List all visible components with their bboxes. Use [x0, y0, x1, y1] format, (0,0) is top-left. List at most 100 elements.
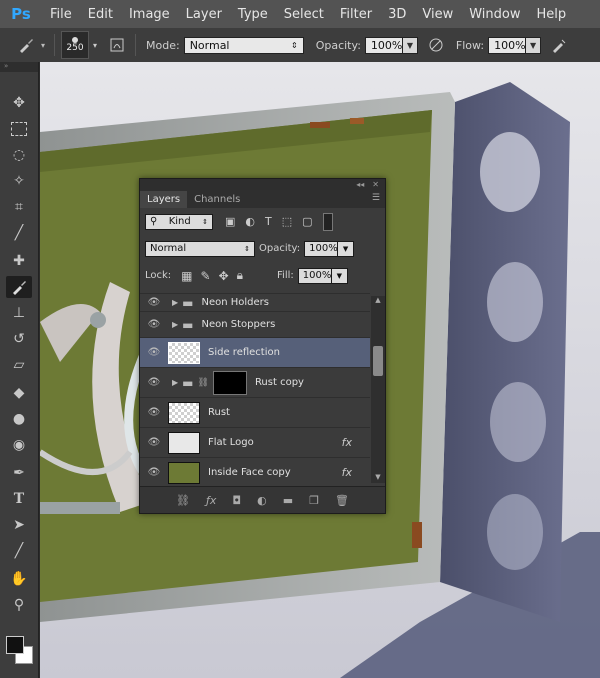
- flow-dropdown-button[interactable]: ▼: [526, 36, 542, 54]
- delete-layer-icon[interactable]: 🗑︎: [335, 494, 349, 507]
- visibility-eye-icon[interactable]: 👁︎: [140, 437, 168, 448]
- lock-position-icon[interactable]: ✥: [219, 269, 229, 283]
- expand-group-icon[interactable]: ▶: [172, 320, 178, 329]
- blend-mode-dropdown[interactable]: Normal ⇕: [145, 240, 255, 257]
- menu-view[interactable]: View: [414, 7, 461, 22]
- type-filter-icon[interactable]: T: [265, 215, 272, 228]
- filter-kind-dropdown[interactable]: ⚲ Kind ⇕: [145, 213, 213, 230]
- lock-transparent-pixels-icon[interactable]: ▦: [181, 269, 192, 283]
- chain-link-icon[interactable]: ⛓: [198, 378, 209, 388]
- eraser-tool-icon[interactable]: ▱: [6, 354, 32, 376]
- opacity-dropdown-button[interactable]: ▼: [402, 36, 418, 54]
- tab-channels[interactable]: Channels: [187, 191, 247, 208]
- shape-filter-icon[interactable]: ⬚: [282, 215, 292, 228]
- hand-tool-icon[interactable]: ✋: [6, 568, 32, 590]
- marquee-tool-icon[interactable]: [6, 118, 32, 140]
- type-tool-icon[interactable]: T: [6, 488, 32, 510]
- expand-group-icon[interactable]: ▶: [172, 378, 178, 387]
- panel-collapse-icon[interactable]: »: [0, 62, 38, 72]
- lock-image-pixels-icon[interactable]: ✎: [201, 269, 211, 283]
- history-brush-tool-icon[interactable]: ↺: [6, 328, 32, 350]
- lock-label: Lock:: [145, 270, 172, 281]
- expand-group-icon[interactable]: ▶: [172, 298, 178, 307]
- collapse-panel-icon[interactable]: ◂◂: [356, 180, 364, 189]
- layer-opacity-dropdown-button[interactable]: ▼: [338, 240, 355, 257]
- close-panel-icon[interactable]: ✕: [372, 180, 379, 189]
- menu-edit[interactable]: Edit: [80, 7, 121, 22]
- chevron-down-icon[interactable]: ▾: [38, 33, 48, 57]
- layer-row-rust[interactable]: 👁︎ Rust: [140, 397, 370, 427]
- brush-size-picker[interactable]: 250: [61, 31, 89, 59]
- foreground-color-swatch[interactable]: [6, 636, 24, 654]
- layer-row-neon-holders[interactable]: 👁︎ ▶ ▬ Neon Holders: [140, 293, 370, 311]
- visibility-eye-icon[interactable]: 👁︎: [140, 377, 168, 388]
- new-group-icon[interactable]: ▬: [283, 494, 293, 507]
- fill-dropdown-button[interactable]: ▼: [331, 267, 348, 284]
- visibility-eye-icon[interactable]: 👁︎: [140, 467, 168, 478]
- clone-stamp-tool-icon[interactable]: ⊥: [6, 302, 32, 324]
- menu-filter[interactable]: Filter: [332, 7, 380, 22]
- fill-input[interactable]: 100%: [297, 267, 332, 284]
- adjustment-filter-icon[interactable]: ◐: [245, 215, 255, 228]
- panel-menu-icon[interactable]: ☰: [372, 193, 380, 203]
- menu-type[interactable]: Type: [230, 7, 276, 22]
- pressure-opacity-icon[interactable]: [424, 33, 448, 57]
- healing-brush-tool-icon[interactable]: ✚: [6, 250, 32, 272]
- layer-row-rust-copy[interactable]: 👁︎ ▶ ▬ ⛓ Rust copy: [140, 367, 370, 397]
- scroll-up-icon[interactable]: ▲: [371, 296, 385, 304]
- visibility-eye-icon[interactable]: 👁︎: [140, 297, 168, 308]
- mode-dropdown[interactable]: Normal ⇕: [183, 36, 304, 54]
- new-adjustment-layer-icon[interactable]: ◐: [257, 494, 267, 507]
- path-selection-tool-icon[interactable]: ➤: [6, 514, 32, 536]
- pixel-filter-icon[interactable]: ▣: [225, 215, 235, 228]
- lasso-tool-icon[interactable]: ◌: [6, 144, 32, 166]
- filter-toggle-switch[interactable]: [322, 212, 333, 231]
- menu-file[interactable]: File: [42, 7, 80, 22]
- paint-bucket-tool-icon[interactable]: ◆: [6, 382, 32, 404]
- layer-row-flat-logo[interactable]: 👁︎ Flat Logo fx: [140, 427, 370, 457]
- menu-help[interactable]: Help: [529, 7, 575, 22]
- visibility-eye-icon[interactable]: 👁︎: [140, 319, 168, 330]
- opacity-input[interactable]: 100%: [364, 36, 403, 54]
- menu-window[interactable]: Window: [461, 7, 528, 22]
- layer-opacity-input[interactable]: 100%: [304, 240, 339, 257]
- brush-tool-icon[interactable]: [6, 276, 32, 298]
- line-tool-icon[interactable]: ╱: [6, 540, 32, 562]
- airbrush-icon[interactable]: [547, 33, 571, 57]
- chevron-down-icon[interactable]: ▾: [89, 33, 101, 57]
- visibility-eye-icon[interactable]: 👁︎: [140, 347, 168, 358]
- link-layers-icon[interactable]: ⛓: [176, 494, 190, 507]
- blend-mode-value: Normal: [150, 243, 187, 254]
- layer-row-side-reflection[interactable]: 👁︎ Side reflection: [140, 337, 370, 367]
- brush-panel-icon[interactable]: [105, 33, 129, 57]
- smart-object-filter-icon[interactable]: ▢: [302, 215, 312, 228]
- menu-image[interactable]: Image: [121, 7, 178, 22]
- add-mask-icon[interactable]: ◘: [232, 494, 241, 507]
- menu-select[interactable]: Select: [276, 7, 332, 22]
- layers-scrollbar[interactable]: ▲ ▼: [371, 296, 385, 483]
- blur-tool-icon[interactable]: ●: [6, 408, 32, 430]
- scroll-down-icon[interactable]: ▼: [371, 473, 385, 481]
- fx-icon[interactable]: fx: [342, 466, 352, 479]
- tab-layers[interactable]: Layers: [140, 191, 188, 208]
- dodge-tool-icon[interactable]: ◉: [6, 434, 32, 456]
- add-layer-style-icon[interactable]: ƒx: [206, 494, 216, 507]
- layer-row-neon-stoppers[interactable]: 👁︎ ▶ ▬ Neon Stoppers: [140, 311, 370, 337]
- new-layer-icon[interactable]: ❐: [309, 494, 319, 507]
- zoom-tool-icon[interactable]: ⚲: [6, 594, 32, 616]
- layer-mask-thumbnail[interactable]: [212, 370, 247, 395]
- eyedropper-tool-icon[interactable]: ╱: [6, 222, 32, 244]
- lock-all-icon[interactable]: 🔒︎: [237, 268, 243, 283]
- move-tool-icon[interactable]: ✥: [6, 92, 32, 114]
- flow-input[interactable]: 100%: [488, 36, 527, 54]
- menu-3d[interactable]: 3D: [380, 7, 414, 22]
- pen-tool-icon[interactable]: ✒: [6, 462, 32, 484]
- brush-tool-preset-icon[interactable]: [14, 33, 38, 57]
- crop-tool-icon[interactable]: ⌗: [6, 196, 32, 218]
- fx-icon[interactable]: fx: [342, 436, 352, 449]
- scroll-thumb[interactable]: [373, 346, 383, 376]
- magic-wand-tool-icon[interactable]: ✧: [6, 170, 32, 192]
- layer-row-inside-face-copy[interactable]: 👁︎ Inside Face copy fx: [140, 457, 370, 486]
- menu-layer[interactable]: Layer: [178, 7, 230, 22]
- visibility-eye-icon[interactable]: 👁︎: [140, 407, 168, 418]
